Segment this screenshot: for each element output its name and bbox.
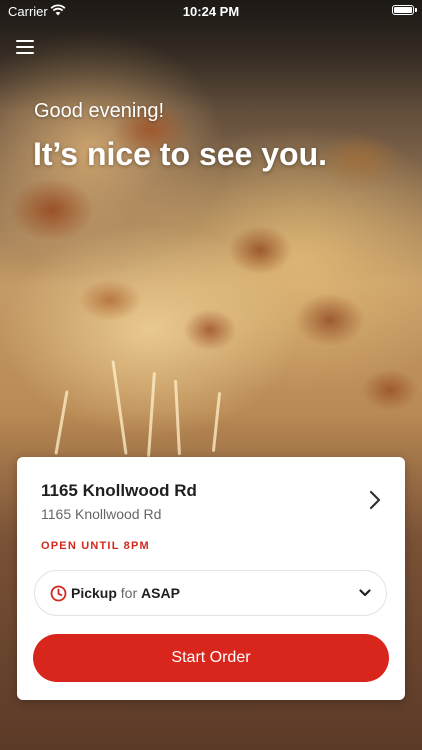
- start-order-button[interactable]: Start Order: [33, 634, 389, 682]
- battery-icon: [392, 5, 414, 15]
- store-address: 1165 Knollwood Rd: [41, 506, 162, 522]
- status-bar: Carrier 10:24 PM: [0, 0, 422, 22]
- order-type-label: Pickup for ASAP: [71, 585, 180, 601]
- order-connector: for: [120, 585, 138, 601]
- greeting-text: Good evening!: [34, 100, 165, 122]
- order-mode: Pickup: [71, 585, 117, 601]
- store-hours-status: OPEN UNTIL 8PM: [41, 540, 150, 552]
- status-time: 10:24 PM: [182, 4, 240, 19]
- store-card: 1165 Knollwood Rd 1165 Knollwood Rd OPEN…: [17, 457, 405, 700]
- page-title: It’s nice to see you.: [33, 136, 328, 172]
- order-time: ASAP: [141, 585, 180, 601]
- chevron-right-icon: [369, 490, 381, 510]
- store-location-row[interactable]: 1165 Knollwood Rd 1165 Knollwood Rd: [17, 457, 405, 537]
- store-name: 1165 Knollwood Rd: [41, 481, 197, 500]
- hamburger-menu-icon[interactable]: [16, 40, 34, 56]
- order-type-dropdown[interactable]: Pickup for ASAP: [34, 570, 387, 616]
- chevron-down-icon: [359, 589, 371, 597]
- clock-icon: [50, 585, 67, 602]
